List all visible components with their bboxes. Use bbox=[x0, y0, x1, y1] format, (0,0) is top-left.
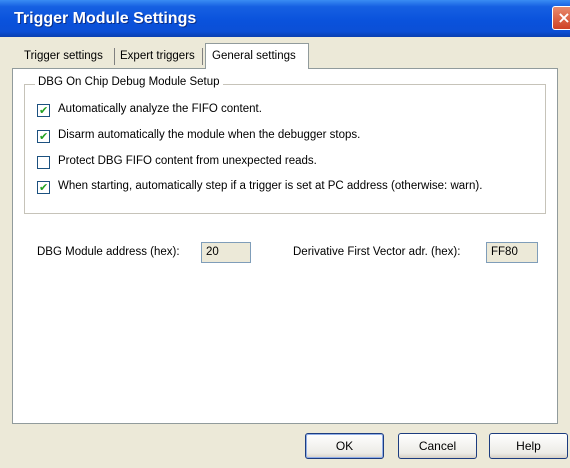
tab-separator bbox=[114, 48, 115, 65]
check-mark-icon: ✔ bbox=[39, 104, 49, 117]
protect-fifo-checkbox[interactable] bbox=[37, 156, 50, 169]
tab-trigger-settings[interactable]: Trigger settings bbox=[24, 46, 103, 66]
protect-fifo-label[interactable]: Protect DBG FIFO content from unexpected… bbox=[58, 155, 317, 167]
tab-separator bbox=[202, 48, 203, 65]
analyze-fifo-label[interactable]: Automatically analyze the FIFO content. bbox=[58, 103, 262, 115]
help-button[interactable]: Help bbox=[489, 433, 568, 459]
tab-general-settings[interactable]: General settings bbox=[205, 43, 309, 69]
dbg-address-field[interactable]: 20 bbox=[201, 242, 251, 263]
cancel-button[interactable]: Cancel bbox=[398, 433, 477, 459]
check-mark-icon: ✔ bbox=[39, 181, 49, 194]
vector-address-field[interactable]: FF80 bbox=[486, 242, 538, 263]
window-title: Trigger Module Settings bbox=[14, 10, 197, 27]
title-bar[interactable]: Trigger Module Settings × bbox=[0, 0, 570, 37]
dbg-setup-group-title: DBG On Chip Debug Module Setup bbox=[35, 76, 223, 88]
tab-expert-triggers[interactable]: Expert triggers bbox=[120, 46, 195, 66]
analyze-fifo-checkbox[interactable]: ✔ bbox=[37, 104, 50, 117]
dbg-address-label: DBG Module address (hex): bbox=[37, 246, 180, 258]
check-mark-icon: ✔ bbox=[39, 130, 49, 143]
trigger-module-settings-dialog: Trigger Module Settings × Trigger settin… bbox=[0, 0, 570, 468]
close-icon: × bbox=[557, 8, 570, 27]
disarm-module-label[interactable]: Disarm automatically the module when the… bbox=[58, 129, 360, 141]
auto-step-checkbox[interactable]: ✔ bbox=[37, 181, 50, 194]
ok-button[interactable]: OK bbox=[305, 433, 384, 459]
vector-address-label: Derivative First Vector adr. (hex): bbox=[293, 246, 461, 258]
close-button[interactable]: × bbox=[552, 6, 570, 30]
auto-step-label[interactable]: When starting, automatically step if a t… bbox=[58, 180, 482, 192]
disarm-module-checkbox[interactable]: ✔ bbox=[37, 130, 50, 143]
